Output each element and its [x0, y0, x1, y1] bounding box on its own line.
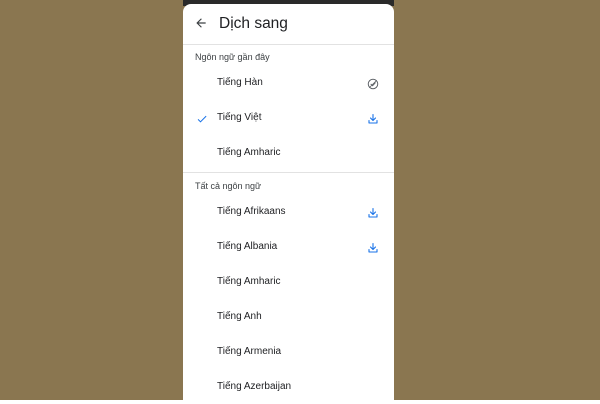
language-row-english[interactable]: Tiếng Anh: [183, 301, 394, 335]
language-row-amharic-recent[interactable]: Tiếng Amharic: [183, 137, 394, 171]
all-languages-heading: Tất cả ngôn ngữ: [195, 181, 262, 191]
language-label: Tiếng Amharic: [217, 147, 281, 158]
language-row-armenian[interactable]: Tiếng Armenia: [183, 336, 394, 370]
language-label: Tiếng Albania: [217, 241, 278, 252]
language-label: Tiếng Amharic: [217, 276, 281, 287]
language-row-korean[interactable]: Tiếng Hàn: [183, 67, 394, 101]
download-icon[interactable]: [367, 113, 379, 125]
language-row-azerbaijani[interactable]: Tiếng Azerbaijan: [183, 371, 394, 404]
language-label: Tiếng Armenia: [217, 346, 282, 357]
language-label: Tiếng Azerbaijan: [217, 381, 292, 392]
language-row-afrikaans[interactable]: Tiếng Afrikaans: [183, 196, 394, 230]
download-icon[interactable]: [367, 207, 379, 219]
language-label: Tiếng Hàn: [217, 77, 263, 88]
section-divider: [183, 172, 394, 173]
translate-to-sheet: Dịch sang Ngôn ngữ gần đây Tiếng Hàn Tiế…: [183, 4, 394, 404]
sheet-header: Dịch sang: [183, 4, 394, 45]
language-label: Tiếng Việt: [217, 112, 262, 123]
language-row-amharic[interactable]: Tiếng Amharic: [183, 266, 394, 300]
downloaded-check-circle-icon[interactable]: [367, 78, 379, 90]
language-label: Tiếng Afrikaans: [217, 206, 286, 217]
recent-languages-heading: Ngôn ngữ gần đây: [195, 52, 270, 62]
arrow-left-icon[interactable]: [194, 16, 208, 30]
language-label: Tiếng Anh: [217, 311, 262, 322]
page-title: Dịch sang: [219, 15, 288, 32]
download-icon[interactable]: [367, 242, 379, 254]
check-icon: [197, 115, 207, 123]
language-row-albania[interactable]: Tiếng Albania: [183, 231, 394, 265]
language-row-vietnamese[interactable]: Tiếng Việt: [183, 102, 394, 136]
